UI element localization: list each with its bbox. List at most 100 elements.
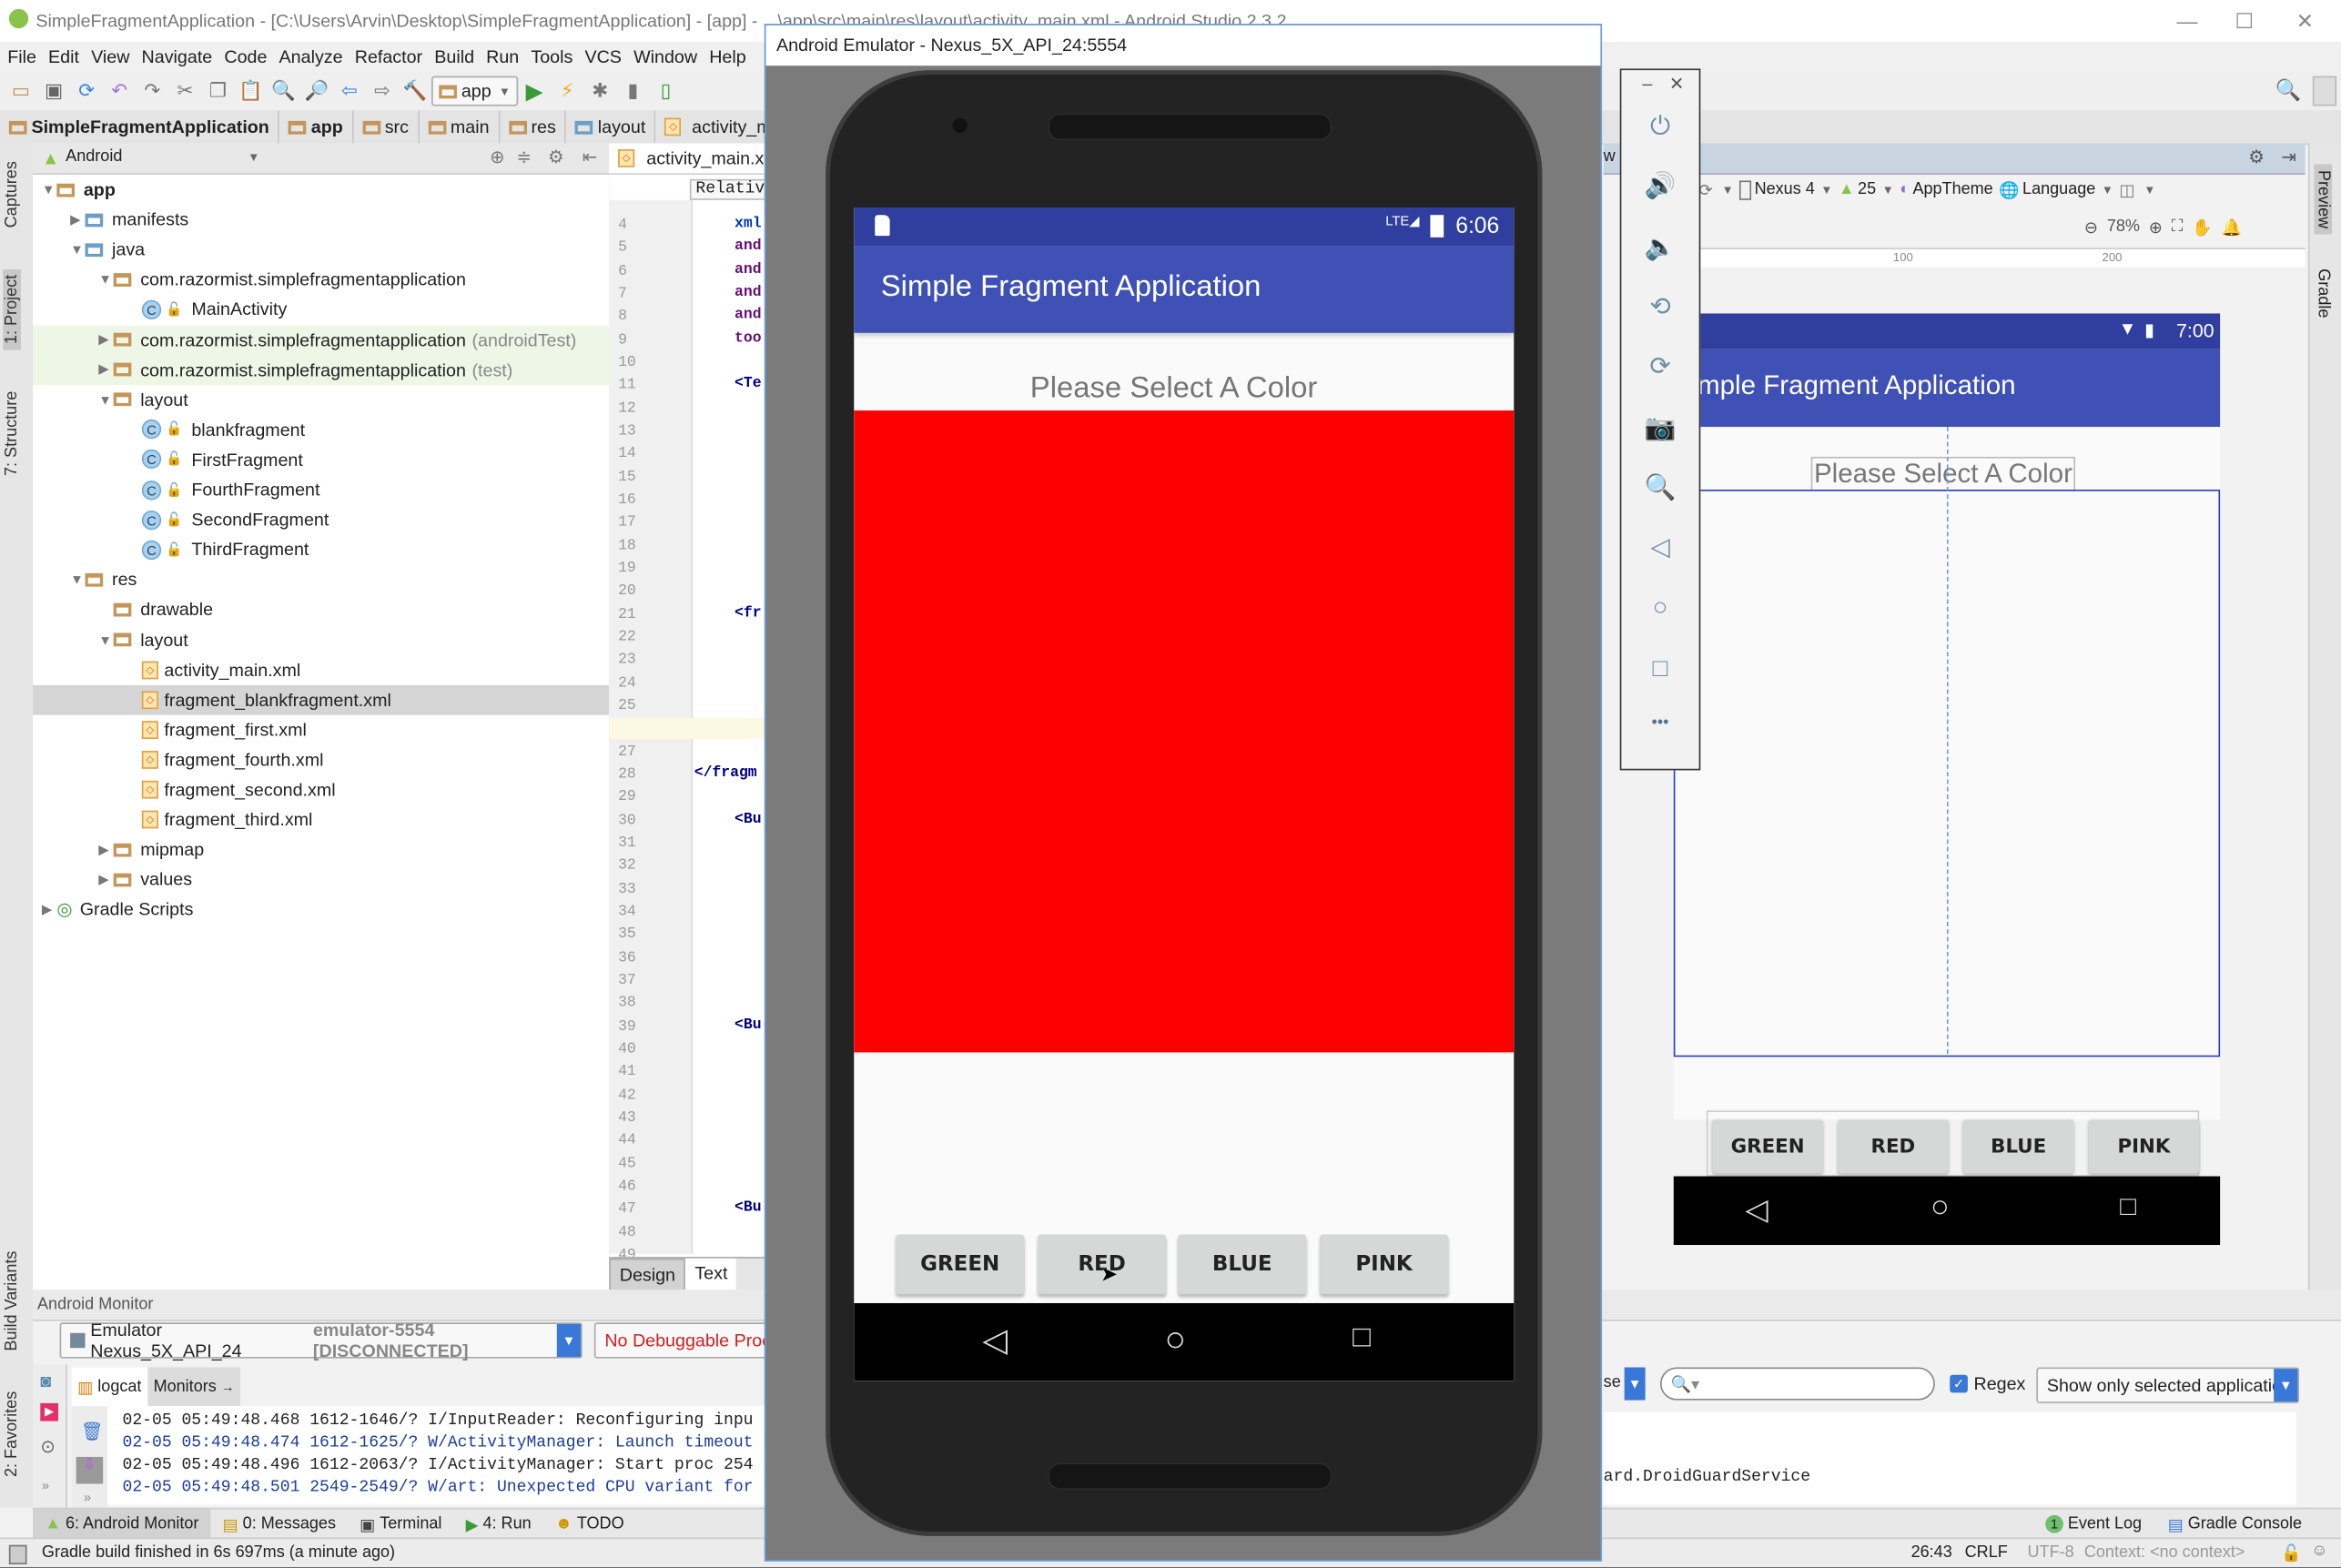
attach-debugger-icon[interactable]: ▯ [654,79,677,103]
home-icon[interactable]: ○ [1164,1320,1186,1361]
preview-button-pink[interactable]: PINK [2088,1119,2200,1174]
find-icon[interactable]: 🔍 [271,79,296,103]
run-config-select[interactable]: app ▼ [431,76,519,106]
project-view-select[interactable]: Android [66,147,122,166]
line-separator[interactable]: CRLF [1965,1543,2008,1562]
tree-item[interactable]: ▼ layout [33,385,609,415]
rotate-right-icon[interactable]: ⟳ [1621,352,1698,382]
screen-record-icon[interactable]: ▶ [40,1402,58,1421]
tree-item[interactable]: ▼ app [33,175,609,205]
preview-button-blue[interactable]: BLUE [1962,1119,2074,1174]
caret-position[interactable]: 26:43 [1911,1543,1952,1562]
collapsed-arrow-icon[interactable]: ▶ [70,211,85,228]
log-level-select[interactable]: se ▼ [1604,1367,1646,1401]
device-select[interactable]: Nexus 4 ▼ [1739,179,1832,199]
logcat-tab[interactable]: ▥ logcat [71,1367,148,1407]
layout-variants-icon[interactable]: ◫ [2119,180,2134,199]
logcat-filter-select[interactable]: Show only selected application ▼ [2036,1367,2300,1403]
save-icon[interactable]: ▣ [42,79,66,103]
toggle-tool-windows-icon[interactable] [8,1544,27,1565]
tree-item[interactable]: C 🔓 ThirdFragment [33,535,609,565]
design-tab[interactable]: Design [609,1258,686,1291]
expanded-arrow-icon[interactable]: ▼ [70,242,85,257]
hide-panel-icon[interactable]: ⇥ [2281,147,2296,167]
collapsed-arrow-icon[interactable]: ▶ [98,842,113,858]
device-select[interactable]: Emulator Nexus_5X_API_24 emulator-5554 [… [59,1320,583,1361]
zoom-out-icon[interactable]: ⊖ [2084,217,2098,237]
breadcrumb-main[interactable]: main [419,110,501,144]
chevron-down-icon[interactable]: ▼ [248,151,259,165]
preview-tab[interactable]: Preview [2314,164,2333,235]
theme-select[interactable]: ◐ AppTheme [1900,180,1992,198]
run-tab[interactable]: ▶ 4: Run [454,1509,543,1539]
chevron-down-icon[interactable]: ▼ [556,1323,582,1358]
tree-item[interactable]: ▶ com.razormist.simplefragmentapplication… [33,324,610,355]
api-select[interactable]: ▲ 25 ▼ [1839,180,1894,198]
event-log-tab[interactable]: 1 Event Log [2033,1509,2154,1539]
emulator-minimize-button[interactable]: – [1642,73,1652,94]
tree-item[interactable]: ◇ activity_main.xml [33,654,609,684]
preview-prompt-text[interactable]: Please Select A Color [1810,456,2076,491]
lock-icon[interactable]: 🔓 [2281,1543,2301,1563]
make-project-icon[interactable]: 🔨 [403,79,428,103]
breadcrumb-layout[interactable]: layout [566,110,656,144]
captures-tab[interactable]: Captures [3,161,21,228]
tree-item[interactable]: drawable [33,594,609,624]
breadcrumb-src[interactable]: src [353,110,420,144]
undo-icon[interactable]: ↶ [107,79,131,103]
camera-icon[interactable]: 📷 [1621,413,1698,443]
regex-checkbox[interactable]: ✓ Regex [1950,1368,2025,1401]
menu-view[interactable]: View [91,46,129,67]
tree-item[interactable]: ▼ java [33,235,609,265]
tree-item[interactable]: ◇ fragment_fourth.xml [33,744,609,774]
tree-item[interactable]: ▶ manifests [33,205,609,235]
sync-icon[interactable]: ⟳ [75,79,98,103]
tree-item[interactable]: C 🔓 FourthFragment [33,475,609,505]
editor-tab-activity-main[interactable]: ◇ activity_main.xml [609,143,784,174]
forward-icon[interactable]: ⇨ [370,79,394,103]
menu-window[interactable]: Window [633,46,697,67]
logcat-search-input[interactable]: 🔍▾ [1660,1367,1935,1401]
preview-button-green[interactable]: GREEN [1712,1119,1823,1174]
collapse-all-icon[interactable]: ≑ [517,147,532,167]
gradle-tab[interactable]: Gradle [2314,268,2332,318]
profile-icon[interactable]: ▮ [621,79,644,103]
tree-item[interactable]: C 🔓 MainActivity [33,295,609,325]
monitors-tab[interactable]: Monitors → [147,1367,241,1407]
zoom-fit-icon[interactable]: ⛶ [2172,217,2184,237]
collapsed-arrow-icon[interactable]: ▶ [98,361,113,378]
breadcrumb-app[interactable]: app [279,110,354,144]
more-icon[interactable]: » [84,1490,91,1504]
tree-item[interactable]: ▶ com.razormist.simplefragmentapplication… [33,354,610,385]
screen-capture-icon[interactable]: ◙ [40,1371,51,1391]
expanded-arrow-icon[interactable]: ▼ [98,392,113,407]
back-icon[interactable]: ⇦ [338,79,361,103]
menu-tools[interactable]: Tools [531,46,573,67]
pink-button[interactable]: PINK [1320,1234,1449,1295]
back-icon[interactable]: ◁ [1621,533,1698,563]
menu-vcs[interactable]: VCS [584,46,621,67]
collapsed-arrow-icon[interactable]: ▶ [98,872,113,888]
blue-button[interactable]: BLUE [1178,1234,1307,1295]
tree-item[interactable]: ▶ ◎ Gradle Scripts [33,895,609,925]
messages-tab[interactable]: ▤ 0: Messages [211,1509,349,1539]
cut-icon[interactable]: ✂ [173,79,197,103]
menu-analyze[interactable]: Analyze [279,46,343,67]
menu-navigate[interactable]: Navigate [142,46,213,67]
settings-gear-icon[interactable]: ⚙ [548,147,564,167]
tree-item[interactable]: ▶ mipmap [33,835,609,865]
tree-item[interactable]: ◇ fragment_first.xml [33,714,609,744]
tree-item[interactable]: ◇ fragment_second.xml [33,774,609,804]
file-encoding[interactable]: UTF-8 [2028,1543,2074,1562]
green-button[interactable]: GREEN [896,1234,1025,1295]
replace-icon[interactable]: 🔎 [304,79,329,103]
gradle-console-tab[interactable]: ▤ Gradle Console [2156,1509,2315,1539]
breadcrumb-project[interactable]: SimpleFragmentApplication [0,110,280,144]
project-tab[interactable]: 1: Project [3,268,21,350]
emulator-screen[interactable]: LTE◢ 6:06 Simple Fragment Application Pl… [854,207,1515,1381]
paste-icon[interactable]: 📋 [238,79,263,103]
hector-inspector-icon[interactable]: ☺ [2311,1542,2327,1560]
expanded-arrow-icon[interactable]: ▼ [70,572,85,587]
rotate-left-icon[interactable]: ⟲ [1621,292,1698,322]
menu-refactor[interactable]: Refactor [355,46,422,67]
